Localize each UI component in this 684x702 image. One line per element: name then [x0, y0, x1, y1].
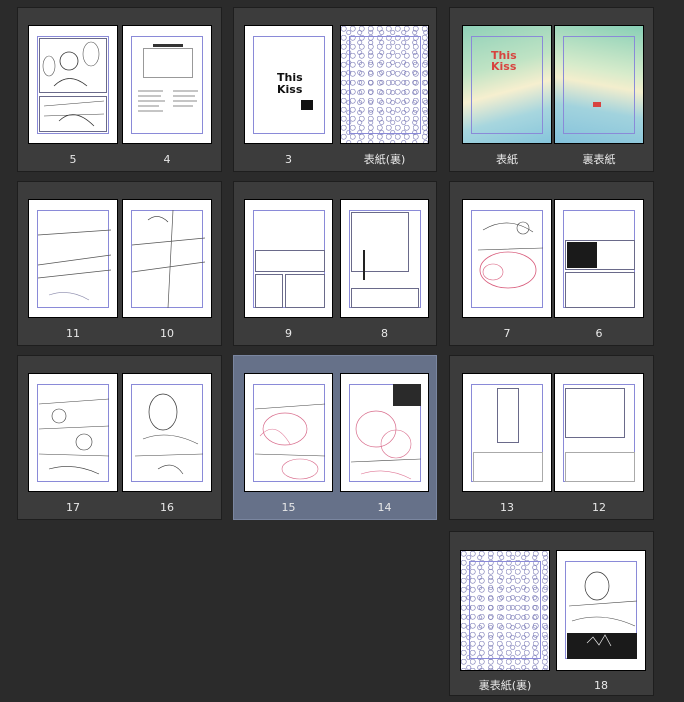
- spread-13-12[interactable]: 13 12: [449, 355, 654, 520]
- page-label: 表紙: [496, 153, 518, 166]
- page-label: 4: [163, 153, 171, 166]
- manga-sketch: [477, 221, 544, 289]
- spread-17-16[interactable]: 17 16: [17, 355, 222, 520]
- page-thumb-9[interactable]: [244, 199, 333, 318]
- spread-11-10[interactable]: 11 10: [17, 181, 222, 346]
- page-label: 表紙(裏): [363, 153, 406, 166]
- page-label: 18: [594, 679, 608, 692]
- cover-title: This: [277, 71, 303, 84]
- cover-title: Kiss: [277, 83, 303, 96]
- page-thumb-15[interactable]: [244, 373, 333, 492]
- page-label: 11: [66, 327, 80, 340]
- page-label: 6: [595, 327, 603, 340]
- page-label: 7: [503, 327, 511, 340]
- page-label: 17: [66, 501, 80, 514]
- spread-3-back-inner[interactable]: This Kiss 3 表紙(裏): [233, 7, 437, 172]
- manga-sketch: [350, 410, 422, 480]
- page-thumb-18[interactable]: [556, 550, 646, 671]
- page-label: 3: [285, 153, 292, 166]
- manga-sketch: [254, 403, 326, 480]
- spread-7-6[interactable]: 7 6: [449, 181, 654, 346]
- spread-back-inner-18[interactable]: 裏表紙(裏) 18: [449, 531, 654, 696]
- text-lines: [138, 44, 198, 112]
- page-label: 裏表紙: [582, 153, 616, 166]
- page-thumb-13[interactable]: [462, 373, 552, 492]
- page-label: 12: [592, 501, 606, 514]
- manga-sketch: [42, 41, 105, 127]
- spread-9-8[interactable]: 9 8: [233, 181, 437, 346]
- page-label: 5: [69, 153, 77, 166]
- page-label: 10: [160, 327, 174, 340]
- page-thumb-cover-inner[interactable]: [340, 25, 429, 144]
- page-thumb-back-cover[interactable]: [554, 25, 644, 144]
- page-thumb-10[interactable]: [122, 199, 212, 318]
- spread-15-14-selected[interactable]: 15 14: [233, 355, 437, 520]
- page-thumb-17[interactable]: [28, 373, 118, 492]
- page-thumb-8[interactable]: [340, 199, 429, 318]
- manga-sketch: [38, 398, 110, 475]
- page-thumb-7[interactable]: [462, 199, 552, 318]
- page-label: 16: [160, 501, 174, 514]
- panel-lines: [37, 229, 112, 301]
- spread-5-4[interactable]: 5 4: [17, 7, 222, 172]
- page-thumb-12[interactable]: [554, 373, 644, 492]
- page-label: 裏表紙(裏): [478, 679, 532, 692]
- page-thumb-cover[interactable]: This Kiss: [462, 25, 552, 144]
- page-thumb-4[interactable]: [122, 25, 212, 144]
- page-thumb-back-cover-inner[interactable]: [460, 550, 550, 671]
- manga-sketch: [134, 393, 204, 475]
- page-label: 14: [377, 501, 392, 514]
- panel-lines: [131, 209, 206, 309]
- page-thumb-3[interactable]: This Kiss: [244, 25, 333, 144]
- page-thumb-11[interactable]: [28, 199, 118, 318]
- page-label: 8: [381, 327, 388, 340]
- page-label: 15: [281, 501, 296, 514]
- manga-sketch: [568, 571, 638, 647]
- page-label: 13: [500, 501, 514, 514]
- spread-cover[interactable]: This Kiss 表紙 裏表紙: [449, 7, 654, 172]
- page-thumb-14[interactable]: [340, 373, 429, 492]
- page-thumb-5[interactable]: [28, 25, 118, 144]
- page-thumb-6[interactable]: [554, 199, 644, 318]
- page-label: 9: [285, 327, 292, 340]
- page-thumb-16[interactable]: [122, 373, 212, 492]
